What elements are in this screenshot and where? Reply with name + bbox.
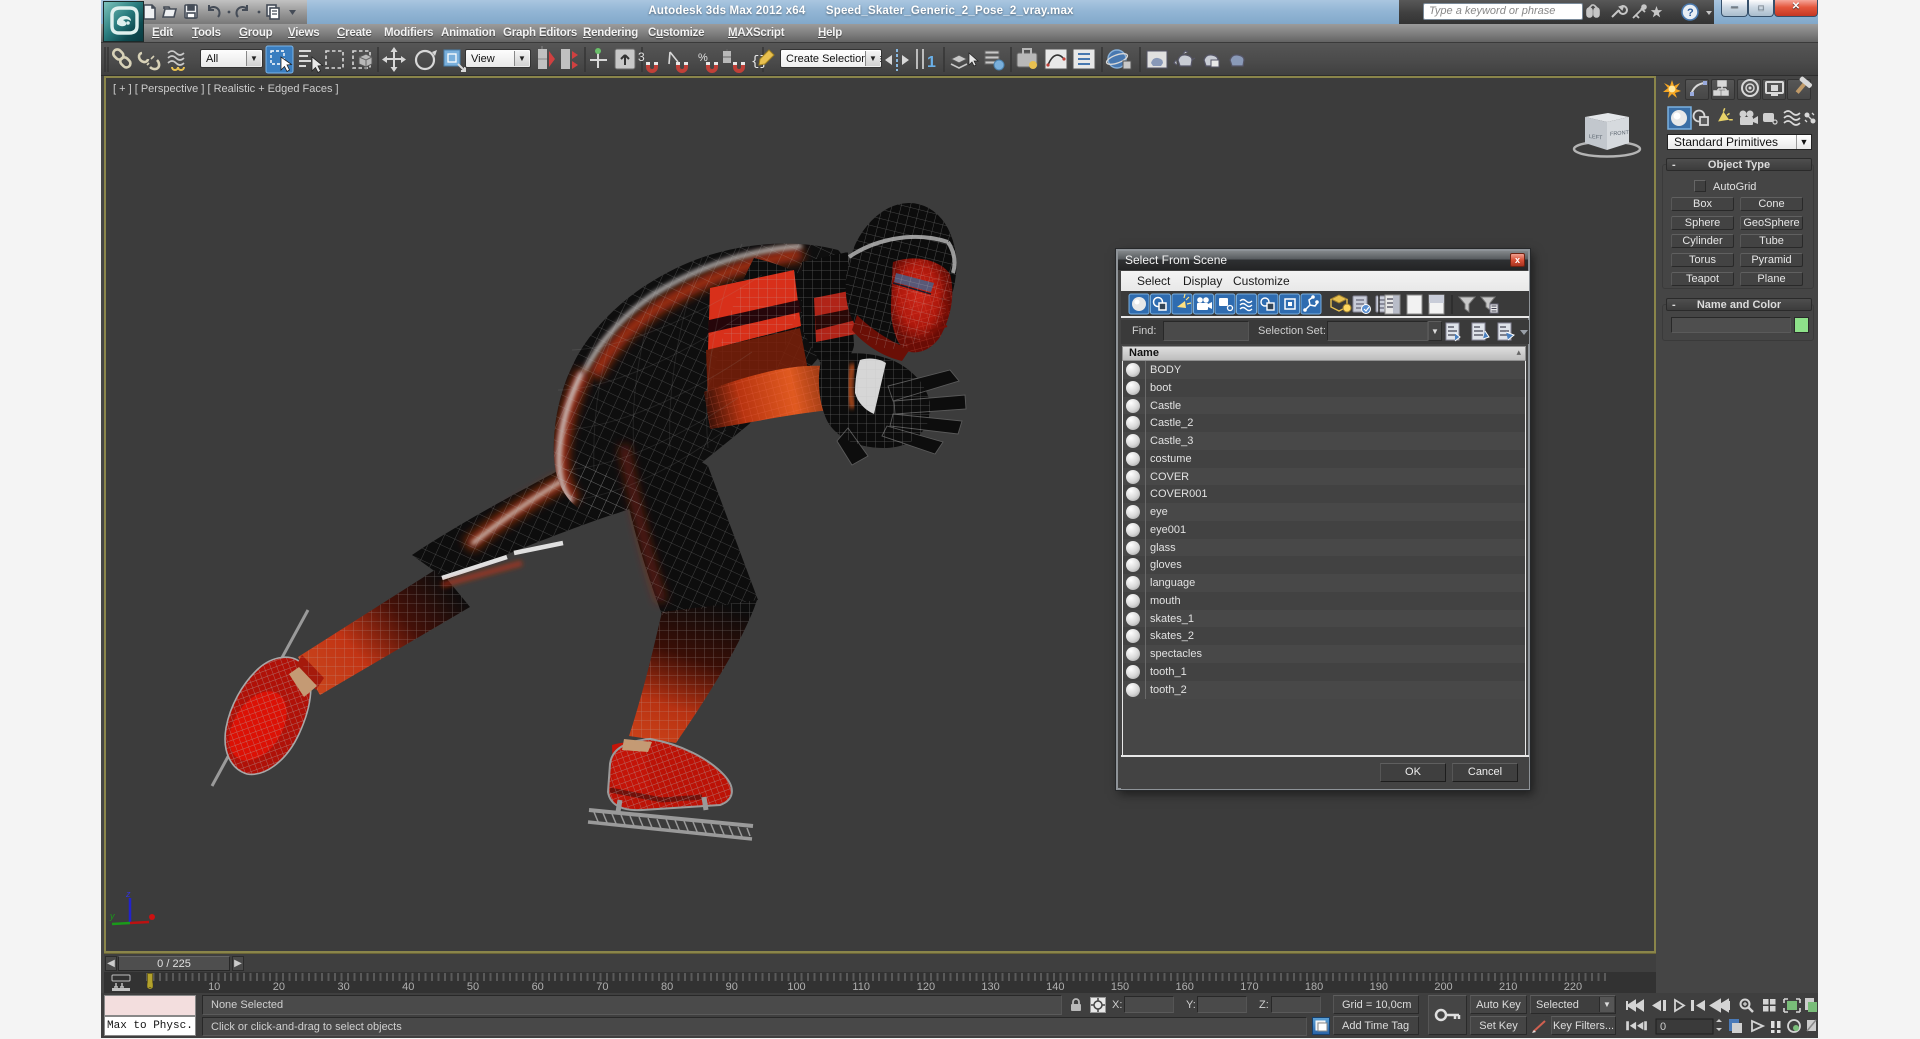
svg-text:y: y (109, 911, 115, 921)
svg-text:1: 1 (927, 54, 936, 71)
svg-text:?: ? (1687, 7, 1694, 19)
svg-text:z: z (125, 890, 131, 899)
svg-text:0: 0 (1660, 1021, 1666, 1033)
svg-text:3: 3 (638, 50, 645, 64)
